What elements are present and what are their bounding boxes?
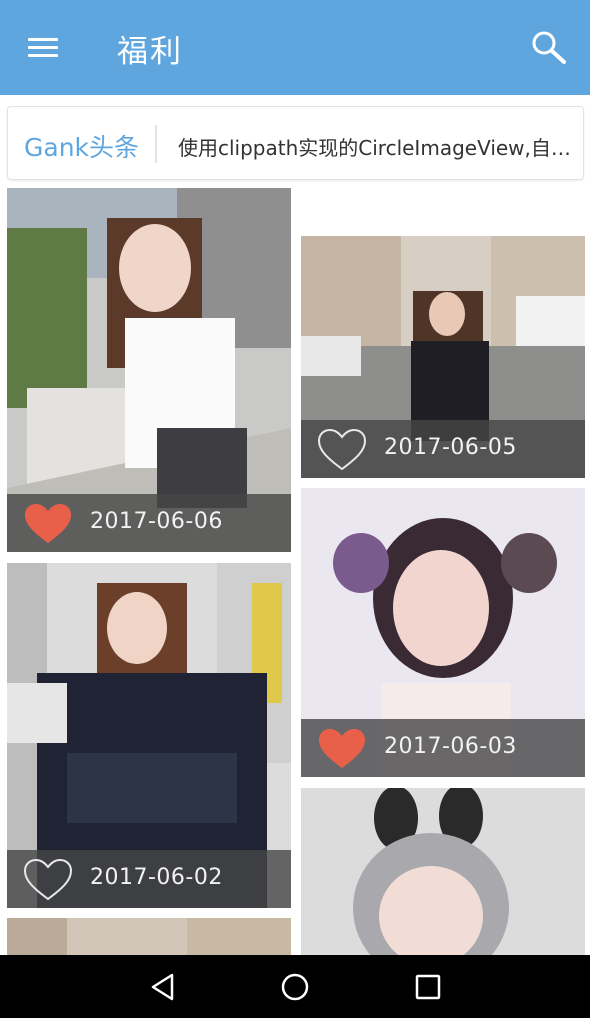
photo-date: 2017-06-02 <box>90 865 223 890</box>
headline-text: 使用clippath实现的CircleImageView,自己也可以写实现的..… <box>178 136 573 160</box>
menu-icon-line <box>28 46 58 49</box>
search-icon <box>532 31 566 64</box>
recents-square-icon <box>415 974 441 1000</box>
back-triangle-icon <box>151 973 174 1001</box>
home-circle-icon <box>281 973 309 1001</box>
photo-card[interactable] <box>301 788 585 955</box>
back-button[interactable] <box>145 969 181 1005</box>
menu-icon-line <box>28 38 58 41</box>
heart-icon[interactable] <box>23 858 73 902</box>
search-button[interactable] <box>528 28 570 68</box>
headline-divider <box>155 125 157 163</box>
system-nav-bar <box>0 955 590 1018</box>
photo-card[interactable]: 2017-06-05 <box>301 236 585 478</box>
photo-image <box>301 788 585 955</box>
photo-date: 2017-06-05 <box>384 435 517 460</box>
photo-image <box>7 918 291 955</box>
photo-date: 2017-06-03 <box>384 734 517 759</box>
menu-icon-line <box>28 54 58 57</box>
heart-icon[interactable] <box>317 428 367 472</box>
home-button[interactable] <box>277 969 313 1005</box>
heart-icon[interactable] <box>23 502 73 546</box>
photo-card[interactable] <box>7 918 291 955</box>
menu-button[interactable] <box>24 34 62 62</box>
photo-date-bar: 2017-06-06 <box>7 494 291 552</box>
photo-card[interactable]: 2017-06-02 <box>7 563 291 908</box>
recents-button[interactable] <box>410 969 446 1005</box>
app-bar: 福利 <box>0 0 590 95</box>
photo-card[interactable]: 2017-06-06 <box>7 188 291 552</box>
headline-label: Gank头条 <box>24 133 140 162</box>
photo-date-bar: 2017-06-03 <box>301 719 585 777</box>
photo-date-bar: 2017-06-05 <box>301 420 585 478</box>
photo-date: 2017-06-06 <box>90 509 223 534</box>
headline-banner[interactable]: Gank头条 使用clippath实现的CircleImageView,自己也可… <box>7 106 584 180</box>
page-title: 福利 <box>117 34 183 70</box>
photo-card[interactable]: 2017-06-03 <box>301 488 585 777</box>
photo-date-bar: 2017-06-02 <box>7 850 291 908</box>
heart-icon[interactable] <box>317 727 367 771</box>
